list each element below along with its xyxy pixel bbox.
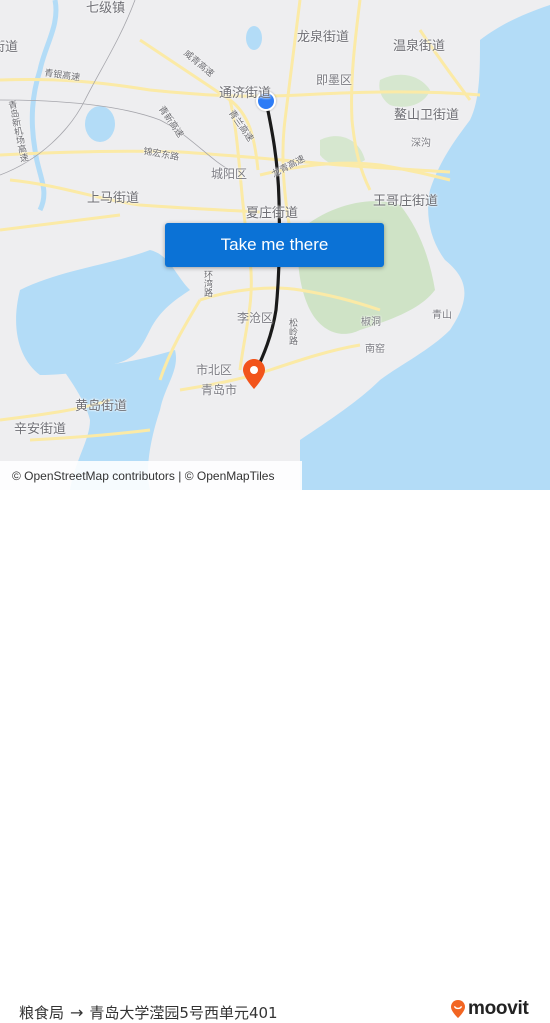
label-shangma: 上马街道 <box>87 191 140 206</box>
destination-name: 青岛大学滢园5号西单元401 <box>89 1004 278 1022</box>
label-qiji: 七级镇 <box>86 1 126 16</box>
take-me-there-button[interactable]: Take me there <box>165 223 384 267</box>
map-view[interactable]: 七级镇 街道 龙泉街道 温泉街道 即墨区 通济街道 鳌山卫街道 深沟 城阳区 上… <box>0 0 550 490</box>
label-xiazhuang: 夏庄街道 <box>246 206 299 221</box>
origin-name: 粮食局 <box>19 1004 65 1022</box>
lake-2 <box>246 26 262 50</box>
map-attribution[interactable]: © OpenStreetMap contributors | © OpenMap… <box>0 461 302 490</box>
river-1 <box>29 0 59 212</box>
label-huangdao: 黄岛街道 <box>75 399 128 414</box>
label-aoshanwei: 鳌山卫街道 <box>394 108 460 123</box>
destination-pin[interactable] <box>242 358 266 390</box>
label-licang: 李沧区 <box>237 311 274 325</box>
label-longquan: 龙泉街道 <box>297 30 350 45</box>
label-nanyao: 南窑 <box>365 344 385 355</box>
lake-1 <box>85 106 115 142</box>
arrow-right-icon: → <box>70 1003 84 1022</box>
label-shibei: 市北区 <box>196 363 233 377</box>
label-chengyang: 城阳区 <box>211 167 248 181</box>
label-huanwan-road: 环湾路 <box>202 270 212 297</box>
label-qingshan: 青山 <box>432 310 452 321</box>
route-summary: 粮食局 → 青岛大学滢园5号西单元401 <box>19 1002 278 1023</box>
footer-bar: 粮食局 → 青岛大学滢园5号西单元401 moovit <box>0 490 550 1022</box>
label-songling-road: 松岭路 <box>287 318 297 345</box>
laoshan-green <box>298 201 435 334</box>
moovit-pin-icon <box>451 1000 465 1018</box>
label-tongji: 通济街道 <box>219 86 272 101</box>
label-jiaodong: 椒洞 <box>361 317 381 328</box>
label-shengou: 深沟 <box>411 138 431 149</box>
label-jimo: 即墨区 <box>316 73 353 87</box>
label-wanggezhuang: 王哥庄街道 <box>373 194 439 209</box>
label-wenquan: 温泉街道 <box>393 39 446 54</box>
moovit-logo[interactable]: moovit <box>450 998 529 1020</box>
label-qingdao: 青岛市 <box>201 383 238 397</box>
moovit-wordmark: moovit <box>468 998 529 1019</box>
map-pin-icon <box>243 359 265 389</box>
label-jiedao-topleft: 街道 <box>0 40 19 55</box>
label-xinan: 辛安街道 <box>14 422 67 437</box>
